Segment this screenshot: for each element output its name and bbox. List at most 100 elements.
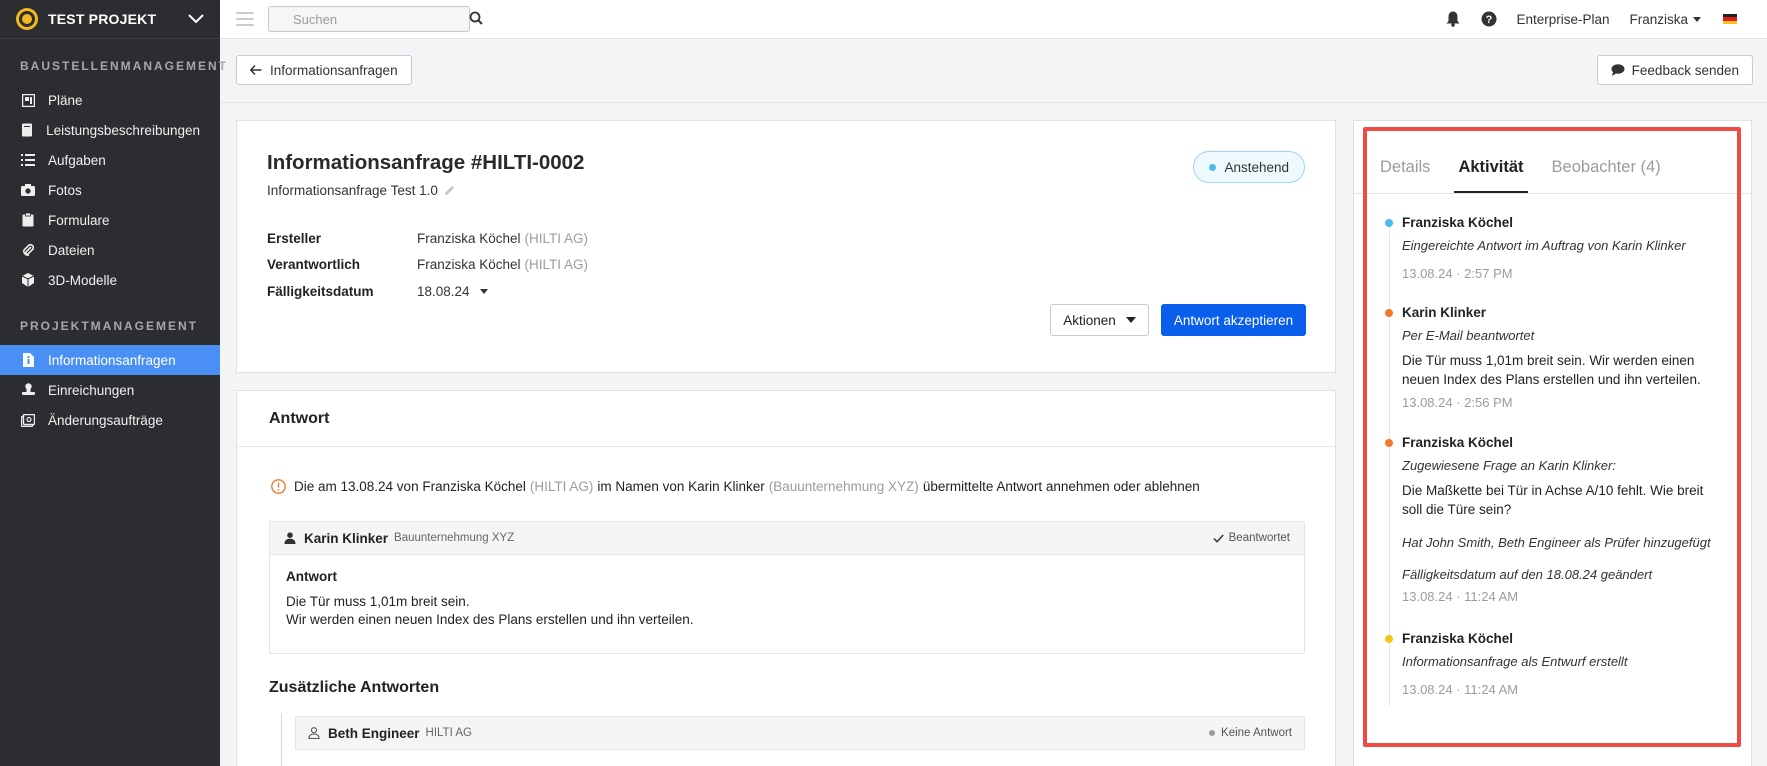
activity-timeline: Franziska Köchel Eingereichte Antwort im… [1384,214,1724,706]
activity-item: Karin Klinker Per E-Mail beantwortet Die… [1384,304,1724,410]
activity-action: Eingereichte Antwort im Auftrag von Kari… [1402,238,1686,253]
field-value: Franziska Köchel (HILTI AG) [417,231,588,246]
clipboard-icon [20,212,36,228]
sidebar-item-label: Fotos [48,182,82,198]
book-icon [20,122,34,138]
activity-action: Per E-Mail beantwortet [1402,328,1535,343]
tab-details[interactable]: Details [1376,158,1434,193]
plans-icon [20,92,36,108]
pencil-icon[interactable] [444,185,455,196]
notice-text-3: übermittelte Antwort annehmen oder ableh… [922,479,1200,494]
feedback-button[interactable]: Feedback senden [1596,55,1753,85]
sidebar-item-tasks[interactable]: Aufgaben [0,145,220,175]
user-name: Franziska [1629,11,1688,27]
activity-actor: Franziska Köchel [1402,215,1514,230]
sidebar-item-submittals[interactable]: Einreichungen [0,375,220,405]
response-line-2: Wir werden einen neuen Index des Plans e… [286,612,694,627]
response-header: Karin Klinker Bauunternehmung XYZ Beantw… [270,522,1304,555]
sidebar-item-label: Informationsanfragen [48,352,176,368]
response-line-1: Die Tür muss 1,01m breit sein. [286,594,470,609]
status-dot [1209,730,1216,736]
activity-action: Zugewiesene Frage an Karin Klinker: [1402,458,1616,473]
sidebar-item-label: Änderungsaufträge [48,412,163,428]
activity-extra: Hat John Smith, Beth Engineer als Prüfer… [1402,535,1711,550]
user-menu[interactable]: Franziska [1629,12,1701,27]
activity-item: Franziska Köchel Eingereichte Antwort im… [1384,214,1724,281]
reviewer-company: HILTI AG [425,727,472,739]
additional-answer-row[interactable]: Beth Engineer HILTI AG Keine Antwort [295,716,1305,750]
arrow-left-icon [250,65,262,75]
activity-dot [1385,309,1393,317]
help-icon[interactable]: ? [1480,10,1498,28]
rfi-fields: Ersteller Franziska Köchel (HILTI AG) Ve… [267,225,588,305]
activity-action: Informationsanfrage als Entwurf erstellt [1402,654,1628,669]
sidebar-item-3d-models[interactable]: 3D-Modelle [0,265,220,295]
bell-icon[interactable] [1444,10,1462,28]
stamp-icon [20,382,36,398]
activity-time: 13.08.24 · 11:24 AM [1402,589,1519,604]
activity-time: 13.08.24 · 2:57 PM [1402,266,1513,281]
sidebar: TEST PROJEKT BAUSTELLENMANAGEMENT Pläne … [0,0,228,766]
field-label: Fälligkeitsdatum [267,283,374,299]
sidebar-item-rfis[interactable]: Informationsanfragen [0,345,220,375]
activity-dot [1385,219,1393,227]
warning-circle-icon [271,479,286,494]
sidebar-item-specifications[interactable]: Leistungsbeschreibungen [0,115,220,145]
field-creator: Ersteller Franziska Köchel (HILTI AG) [267,225,588,252]
sidebar-item-label: 3D-Modelle [48,272,118,288]
response-label: Antwort [286,569,337,584]
back-button-label: Informationsanfragen [270,62,398,78]
tab-activity[interactable]: Aktivität [1454,158,1528,193]
field-label: Ersteller [267,230,322,246]
sidebar-item-files[interactable]: Dateien [0,235,220,265]
sidebar-item-label: Formulare [48,212,110,228]
responsible-name: Franziska Köchel [417,257,521,273]
menu-toggle-icon[interactable] [236,12,254,26]
sidebar-item-plans[interactable]: Pläne [0,85,220,115]
plan-link[interactable]: Enterprise-Plan [1516,12,1609,27]
search-icon[interactable] [469,11,483,28]
chat-bubble-icon [1611,64,1625,76]
actions-dropdown-button[interactable]: Aktionen [1050,304,1149,336]
activity-dot [1385,439,1393,447]
page-title: Informationsanfrage #HILTI-0002 [267,151,585,174]
person-icon [284,532,296,544]
activity-actor: Franziska Köchel [1402,435,1514,450]
status-label: Anstehend [1224,159,1289,175]
additional-answers-title: Zusätzliche Antworten [269,679,440,696]
search-box[interactable] [268,6,483,32]
feedback-button-label: Feedback senden [1631,62,1739,78]
chevron-down-icon[interactable] [188,11,204,27]
section-title-site: BAUSTELLENMANAGEMENT [20,59,228,73]
activity-item: Franziska Köchel Informationsanfrage als… [1384,630,1724,697]
notice-org-1: (HILTI AG) [529,479,594,494]
sidebar-item-forms[interactable]: Formulare [0,205,220,235]
activity-time: 13.08.24 · 11:24 AM [1402,682,1519,697]
field-value: Franziska Köchel (HILTI AG) [417,257,588,272]
thread-line [281,713,282,766]
accept-answer-button[interactable]: Antwort akzeptieren [1161,304,1306,336]
german-flag-icon[interactable] [1723,14,1737,24]
project-switcher[interactable]: TEST PROJEKT [0,0,220,39]
tab-watchers[interactable]: Beobachter (4) [1548,158,1665,193]
actions-label: Aktionen [1063,312,1116,328]
activity-extra: Fälligkeitsdatum auf den 18.08.24 geände… [1402,567,1653,582]
response-box: Karin Klinker Bauunternehmung XYZ Beantw… [269,521,1305,654]
sidebar-item-label: Aufgaben [48,152,106,168]
info-doc-icon [20,352,36,368]
activity-actor: Franziska Köchel [1402,631,1514,646]
field-label: Verantwortlich [267,257,361,273]
sidebar-item-label: Einreichungen [48,382,135,398]
section-title-project: PROJEKTMANAGEMENT [20,319,199,333]
activity-text: Die Maßkette bei Tür in Achse A/10 fehlt… [1402,483,1704,517]
person-outline-icon [308,727,320,739]
caret-down-icon [1125,317,1136,323]
due-date-dropdown[interactable]: 18.08.24 [417,284,488,299]
company-logo-icon [16,8,38,30]
sidebar-item-photos[interactable]: Fotos [0,175,220,205]
search-input[interactable] [293,11,469,27]
sidebar-item-change-orders[interactable]: Änderungsaufträge [0,405,220,435]
topbar: ? Enterprise-Plan Franziska [220,0,1767,39]
activity-actor: Karin Klinker [1402,305,1487,320]
back-button[interactable]: Informationsanfragen [236,55,412,85]
